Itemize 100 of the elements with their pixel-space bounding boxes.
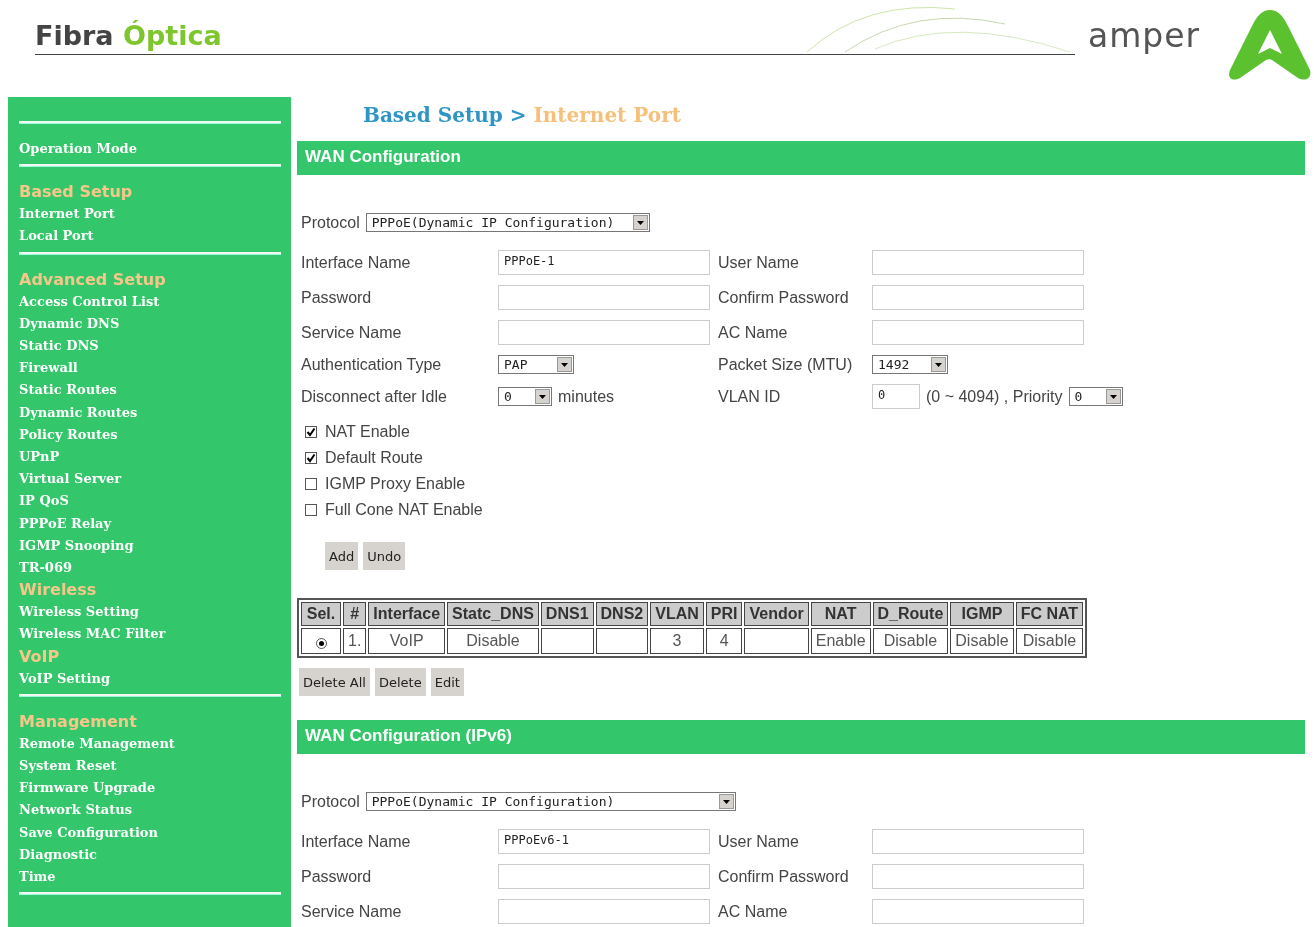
field-label: User Name bbox=[718, 832, 800, 851]
text-field[interactable] bbox=[872, 829, 1084, 854]
checkbox-label: IGMP Proxy Enable bbox=[325, 475, 466, 493]
sidebar-link[interactable]: Dynamic DNS bbox=[19, 312, 281, 335]
field-label: Password bbox=[301, 867, 373, 886]
table-cell: Disable bbox=[447, 628, 539, 654]
text-field[interactable] bbox=[872, 864, 1084, 889]
sidebar-link[interactable]: TR-069 bbox=[19, 557, 281, 580]
column-header: DNS1 bbox=[540, 602, 594, 626]
sidebar-link[interactable]: UPnP bbox=[19, 446, 281, 469]
text-field[interactable]: PPPoEv6-1 bbox=[498, 829, 710, 854]
sidebar-heading: Based Setup bbox=[19, 181, 134, 204]
sidebar-link[interactable]: Dynamic Routes bbox=[19, 401, 281, 424]
text-field[interactable] bbox=[872, 250, 1084, 275]
column-header: Sel. bbox=[301, 602, 341, 626]
sidebar-link[interactable]: Wireless Setting bbox=[19, 601, 281, 624]
sidebar-link[interactable]: Remote Management bbox=[19, 732, 281, 756]
field-label: Service Name bbox=[301, 902, 403, 921]
text-field[interactable] bbox=[498, 285, 710, 310]
sidebar-link[interactable]: Local Port bbox=[19, 225, 281, 248]
sidebar-link[interactable]: Virtual Server bbox=[19, 468, 281, 491]
dropdown[interactable]: PPPoE(Dynamic IP Configuration) bbox=[365, 213, 650, 232]
text-field[interactable] bbox=[498, 864, 710, 889]
field-label: Packet Size (MTU) bbox=[718, 355, 854, 374]
field-label: AC Name bbox=[718, 323, 789, 342]
sidebar-link[interactable]: VoIP Setting bbox=[19, 667, 281, 690]
table-cell: 1. bbox=[343, 628, 367, 654]
sidebar-link[interactable]: System Reset bbox=[19, 755, 281, 778]
sidebar-link[interactable]: Wireless MAC Filter bbox=[19, 623, 281, 646]
table-cell: Disable bbox=[1015, 628, 1084, 654]
text-field[interactable] bbox=[872, 320, 1084, 345]
sidebar-link[interactable]: Save Configuration bbox=[19, 821, 281, 844]
sidebar-heading: Advanced Setup bbox=[19, 268, 167, 291]
sidebar-link[interactable]: Firmware Upgrade bbox=[19, 777, 281, 800]
text-field[interactable] bbox=[872, 899, 1084, 924]
table-button[interactable]: Delete All bbox=[299, 668, 370, 696]
field-hint: minutes bbox=[558, 387, 615, 406]
form-button[interactable]: Undo bbox=[363, 542, 406, 570]
sidebar-link[interactable]: Policy Routes bbox=[19, 423, 281, 447]
sidebar-heading: Management bbox=[19, 710, 138, 733]
field-label: Confirm Password bbox=[718, 867, 850, 886]
field-label: Authentication Type bbox=[301, 355, 443, 374]
dropdown[interactable]: 1492 bbox=[872, 355, 948, 374]
text-field[interactable]: 0 bbox=[872, 384, 920, 409]
field-label: Interface Name bbox=[301, 253, 412, 272]
dropdown[interactable]: PAP bbox=[498, 355, 574, 374]
column-header: Interface bbox=[368, 602, 446, 626]
table-cell: Disable bbox=[950, 628, 1014, 654]
text-field[interactable] bbox=[498, 899, 710, 924]
table-cell: 3 bbox=[650, 628, 704, 654]
sidebar-link[interactable]: Internet Port bbox=[19, 203, 281, 226]
field-label: Interface Name bbox=[301, 832, 412, 851]
sidebar-link[interactable]: Firewall bbox=[19, 357, 281, 380]
sidebar-link[interactable]: Operation Mode bbox=[19, 138, 281, 161]
form-button[interactable]: Add bbox=[325, 542, 359, 570]
sidebar-link[interactable]: PPPoE Relay bbox=[19, 512, 281, 535]
field-label: Service Name bbox=[301, 323, 403, 342]
column-header: # bbox=[343, 602, 367, 626]
dropdown[interactable]: 0 bbox=[1068, 387, 1123, 406]
checkbox[interactable] bbox=[305, 426, 317, 438]
sidebar-link[interactable]: IP QoS bbox=[19, 490, 281, 513]
checkbox-label: Default Route bbox=[325, 449, 423, 467]
breadcrumb-separator: > bbox=[509, 103, 527, 127]
table-cell: 4 bbox=[705, 628, 743, 654]
sidebar-link[interactable]: Static Routes bbox=[19, 379, 281, 402]
field-label: Confirm Password bbox=[718, 288, 850, 307]
dropdown[interactable]: PPPoE(Dynamic IP Configuration) bbox=[365, 792, 736, 811]
breadcrumb-current: Internet Port bbox=[533, 103, 681, 127]
checkbox[interactable] bbox=[305, 478, 317, 490]
section-header: WAN Configuration (IPv6) bbox=[297, 720, 1305, 754]
text-field[interactable]: PPPoE-1 bbox=[498, 250, 710, 275]
column-header: IGMP bbox=[950, 602, 1014, 626]
sidebar-link[interactable]: Time bbox=[19, 866, 281, 889]
sidebar-heading: Wireless bbox=[19, 579, 98, 602]
column-header: Vendor bbox=[744, 602, 809, 626]
table-button[interactable]: Delete bbox=[374, 668, 426, 696]
table-cell: Disable bbox=[872, 628, 949, 654]
brand-name: amper bbox=[1088, 16, 1201, 55]
site-title: Fibra Óptica bbox=[35, 20, 222, 51]
sidebar-link[interactable]: Network Status bbox=[19, 799, 281, 822]
column-header: DNS2 bbox=[595, 602, 649, 626]
checkbox-label: Full Cone NAT Enable bbox=[325, 501, 483, 519]
checkbox-label: NAT Enable bbox=[325, 423, 410, 441]
sidebar-link[interactable]: IGMP Snooping bbox=[19, 534, 281, 558]
field-hint: (0 ~ 4094) , Priority bbox=[926, 387, 1063, 406]
dropdown[interactable]: 0 bbox=[498, 387, 552, 406]
field-label: Protocol bbox=[301, 213, 360, 232]
text-field[interactable] bbox=[498, 320, 710, 345]
column-header: VLAN bbox=[650, 602, 704, 626]
checkbox[interactable] bbox=[305, 504, 317, 516]
column-header: FC NAT bbox=[1015, 602, 1084, 626]
sidebar-link[interactable]: Access Control List bbox=[19, 290, 281, 313]
breadcrumb-link[interactable]: Based Setup bbox=[363, 103, 503, 127]
sidebar-link[interactable]: Static DNS bbox=[19, 335, 281, 358]
table-button[interactable]: Edit bbox=[430, 668, 464, 696]
section-header: WAN Configuration bbox=[297, 141, 1305, 175]
text-field[interactable] bbox=[872, 285, 1084, 310]
sidebar-link[interactable]: Diagnostic bbox=[19, 843, 281, 867]
field-label: VLAN ID bbox=[718, 387, 782, 406]
checkbox[interactable] bbox=[305, 452, 317, 464]
